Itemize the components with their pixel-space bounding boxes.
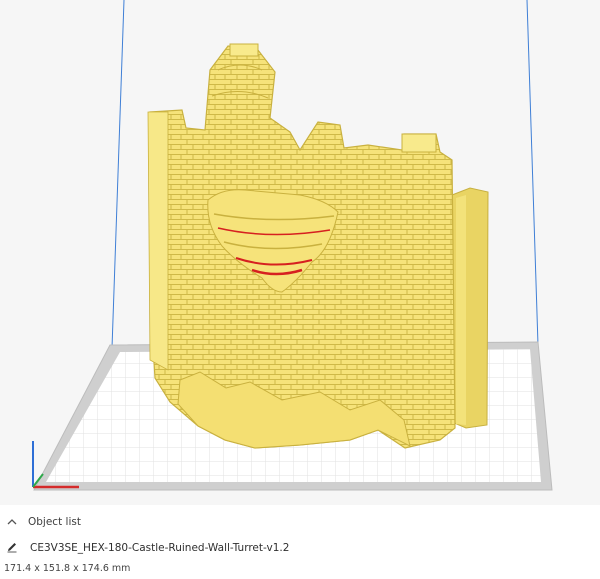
pencil-icon[interactable] xyxy=(4,541,20,556)
scene-canvas xyxy=(32,0,553,491)
object-list-label: Object list xyxy=(28,516,81,528)
build-volume-edge-left xyxy=(111,0,125,349)
build-volume-edge-right xyxy=(526,0,539,346)
3d-viewport[interactable] xyxy=(0,0,600,505)
chevron-up-icon[interactable] xyxy=(4,517,20,528)
model-name-row: CE3V3SE_HEX-180-Castle-Ruined-Wall-Turre… xyxy=(4,539,289,557)
model-castle-wall-turret xyxy=(147,43,489,449)
object-list-toggle[interactable]: Object list xyxy=(4,513,81,531)
object-info-panel: Object list CE3V3SE_HEX-180-Castle-Ruine… xyxy=(0,505,600,579)
model-filename[interactable]: CE3V3SE_HEX-180-Castle-Ruined-Wall-Turre… xyxy=(30,542,289,554)
model-dimensions: 171.4 x 151.8 x 174.6 mm xyxy=(4,563,131,574)
